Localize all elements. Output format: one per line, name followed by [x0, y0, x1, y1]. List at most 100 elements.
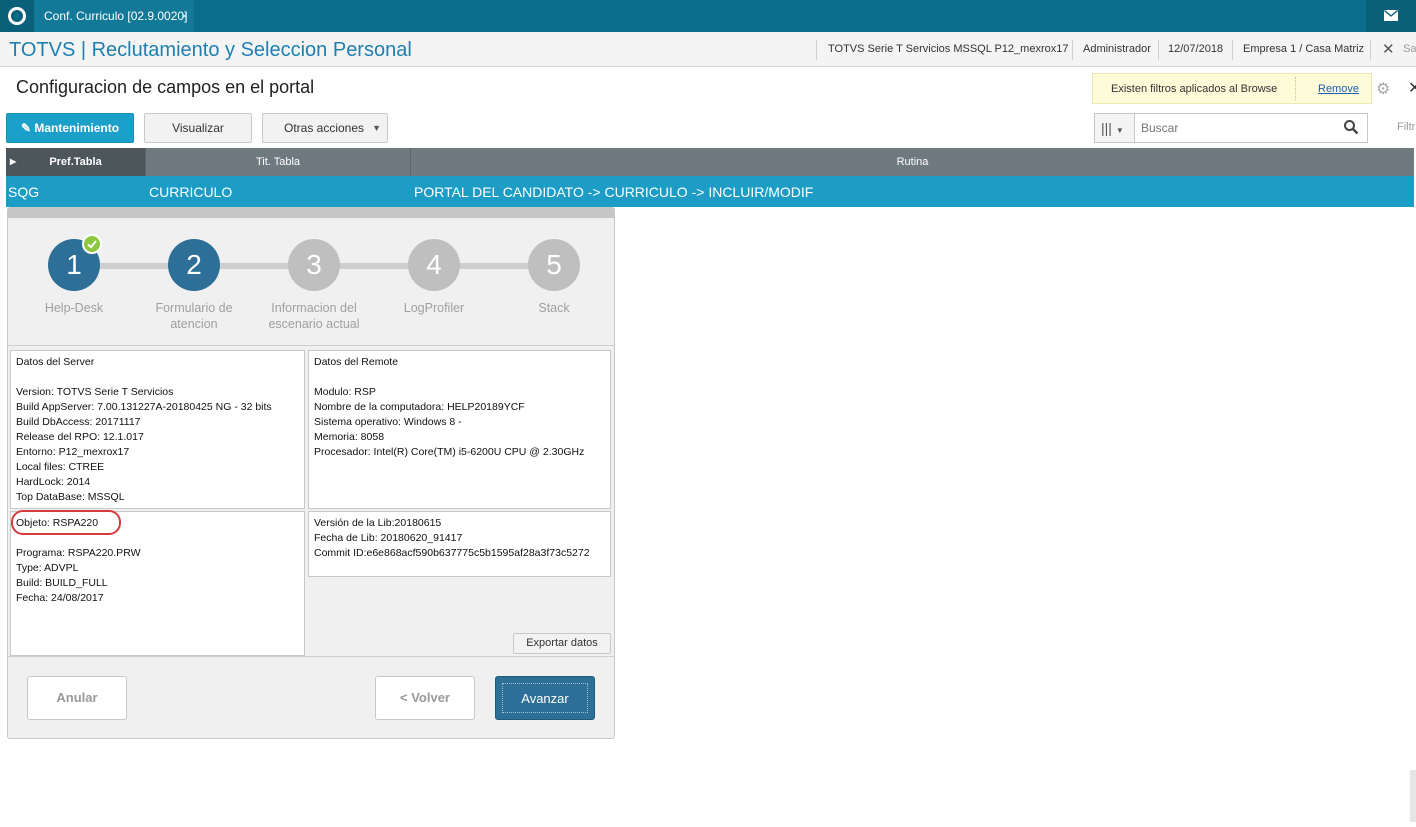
step-label-line: Help-Desk	[44, 301, 104, 315]
company-info[interactable]: Empresa 1 / Casa Matriz	[1243, 43, 1364, 55]
header-divider	[1158, 40, 1159, 60]
panel-line: Type: ADVPL	[16, 562, 79, 574]
step-label-line: LogProfiler	[403, 301, 465, 315]
top-tab-bar: Conf. Curriculo [02.9.0020] ×	[0, 0, 1416, 32]
step-5-label: Stack	[499, 300, 609, 316]
close-icon[interactable]: ✕	[1408, 78, 1416, 98]
close-icon[interactable]: ✕	[1382, 40, 1395, 58]
panel-line: Fecha: 24/08/2017	[16, 592, 104, 604]
view-button[interactable]: Visualizar	[144, 113, 252, 143]
mail-icon[interactable]	[1366, 0, 1416, 32]
panel-line: Modulo: RSP	[314, 386, 376, 398]
search-box[interactable]: ||| ▼	[1094, 113, 1368, 143]
step-3-circle: 3	[288, 239, 340, 291]
panel-title: Datos del Remote	[314, 356, 399, 368]
tab-conf-curriculo[interactable]: Conf. Curriculo [02.9.0020] ×	[34, 0, 194, 32]
next-button-label: Avanzar	[502, 683, 588, 713]
wizard-dialog: 1 2 3 4 5 Help-Desk Formulario de atenci…	[7, 207, 615, 739]
header-divider	[1072, 40, 1073, 60]
panel-line: Nombre de la computadora: HELP20189YCF	[314, 401, 525, 413]
remote-data-panel: Datos del Remote Modulo: RSP Nombre de l…	[308, 350, 611, 509]
panel-line: Build DbAccess: 20171117	[16, 416, 141, 428]
app-title: TOTVS | Reclutamiento y Seleccion Person…	[9, 39, 412, 61]
remove-filter-link[interactable]: Remove	[1318, 83, 1359, 95]
table-header: ▶ Pref.Tabla Tit. Tabla Rutina	[6, 148, 1414, 176]
export-data-button[interactable]: Exportar datos	[513, 633, 611, 654]
step-2-label: Formulario de atencion	[139, 300, 249, 332]
app-logo[interactable]	[0, 0, 34, 32]
app-header: TOTVS | Reclutamiento y Seleccion Person…	[0, 32, 1416, 67]
columns-icon: |||	[1101, 120, 1112, 136]
server-info: TOTVS Serie T Servicios MSSQL P12_mexrox…	[828, 43, 1069, 55]
back-button[interactable]: < Volver	[375, 676, 475, 720]
step-label-line: Stack	[538, 301, 570, 315]
table-cell: SQG	[8, 184, 40, 200]
filter-notice-text: Existen filtros aplicados al Browse	[1111, 83, 1278, 95]
check-icon	[82, 234, 102, 254]
panel-line: Entorno: P12_mexrox17	[16, 446, 130, 458]
panel-line: Procesador: Intel(R) Core(TM) i5-6200U C…	[314, 446, 585, 458]
step-label-line: escenario actual	[268, 317, 360, 331]
panel-line: Versión de la Lib:20180615	[314, 517, 442, 529]
header-divider	[1232, 40, 1233, 60]
object-highlight-annotation	[11, 510, 121, 535]
panel-line: Release del RPO: 12.1.017	[16, 431, 144, 443]
header-divider	[1370, 40, 1371, 60]
column-header-label: Pref.Tabla	[49, 156, 102, 168]
user-info[interactable]: Administrador	[1083, 43, 1151, 55]
header-trailing-text[interactable]: Sa	[1403, 43, 1416, 55]
view-button-label: Visualizar	[172, 121, 224, 135]
panel-line: Memoria: 8058	[314, 431, 385, 443]
column-header-rutina[interactable]: Rutina	[411, 148, 1414, 176]
other-actions-label: Otras acciones	[284, 121, 365, 135]
step-3-label: Informacion del escenario actual	[259, 300, 369, 332]
panel-line: HardLock: 2014	[16, 476, 91, 488]
panel-line: Commit ID:e6e868acf590b637775c5b1595af28…	[314, 547, 590, 559]
page-title: Configuracion de campos en el portal	[16, 77, 315, 97]
step-label-line: Informacion del	[271, 301, 357, 315]
wizard-steps: 1 2 3 4 5 Help-Desk Formulario de atenci…	[8, 218, 614, 346]
column-header-tit-tabla[interactable]: Tit. Tabla	[146, 148, 411, 176]
date-info[interactable]: 12/07/2018	[1168, 43, 1223, 55]
server-data-panel: Datos del Server Version: TOTVS Serie T …	[10, 350, 305, 509]
filter-notice: Existen filtros aplicados al Browse Remo…	[1092, 73, 1372, 104]
cancel-button[interactable]: Anular	[27, 676, 127, 720]
step-2-circle: 2	[168, 239, 220, 291]
next-button[interactable]: Avanzar	[495, 676, 595, 720]
lib-data-panel: Versión de la Lib:20180615 Fecha de Lib:…	[308, 511, 611, 577]
dialog-title-strip	[8, 208, 614, 218]
search-icon[interactable]	[1343, 119, 1359, 135]
caret-down-icon: ▼	[372, 123, 381, 133]
column-header-label: Tit. Tabla	[255, 156, 301, 168]
step-1-label: Help-Desk	[19, 300, 129, 316]
panel-spacer	[16, 370, 299, 385]
panel-line: Build AppServer: 7.00.131227A-20180425 N…	[16, 401, 272, 413]
close-tab-icon[interactable]: ×	[181, 0, 188, 32]
panel-spacer	[314, 370, 605, 385]
panel-line: Programa: RSPA220.PRW	[16, 547, 141, 559]
panel-line: Top DataBase: MSSQL	[16, 491, 125, 503]
dialog-footer-divider	[8, 656, 614, 657]
step-4-label: LogProfiler	[379, 300, 489, 316]
table-cell: CURRICULO	[149, 184, 233, 200]
maintenance-button[interactable]: ✎ Mantenimiento	[6, 113, 134, 143]
panel-line: Sistema operativo: Windows 8 -	[314, 416, 462, 428]
header-divider	[816, 40, 817, 60]
step-label-line: atencion	[170, 317, 218, 331]
column-header-label: Rutina	[896, 156, 929, 168]
search-input[interactable]	[1141, 120, 1331, 136]
scrollbar[interactable]	[1410, 770, 1416, 822]
panel-line: Local files: CTREE	[16, 461, 105, 473]
table-cell: PORTAL DEL CANDIDATO -> CURRICULO -> INC…	[414, 184, 814, 200]
other-actions-button[interactable]: Otras acciones ▼	[262, 113, 388, 143]
columns-selector[interactable]: ||| ▼	[1095, 114, 1135, 142]
maintenance-button-label: Mantenimiento	[34, 121, 120, 135]
gear-icon[interactable]: ⚙	[1376, 79, 1390, 99]
filter-notice-divider	[1295, 77, 1296, 101]
tab-label: Conf. Curriculo [02.9.0020]	[44, 9, 188, 23]
column-header-pref-tabla[interactable]: ▶ Pref.Tabla	[6, 148, 146, 176]
totvs-logo-icon	[8, 7, 26, 25]
filter-label[interactable]: Filtr	[1397, 121, 1415, 133]
table-row[interactable]: SQG CURRICULO PORTAL DEL CANDIDATO -> CU…	[6, 176, 1414, 207]
panel-title: Datos del Server	[16, 356, 95, 368]
